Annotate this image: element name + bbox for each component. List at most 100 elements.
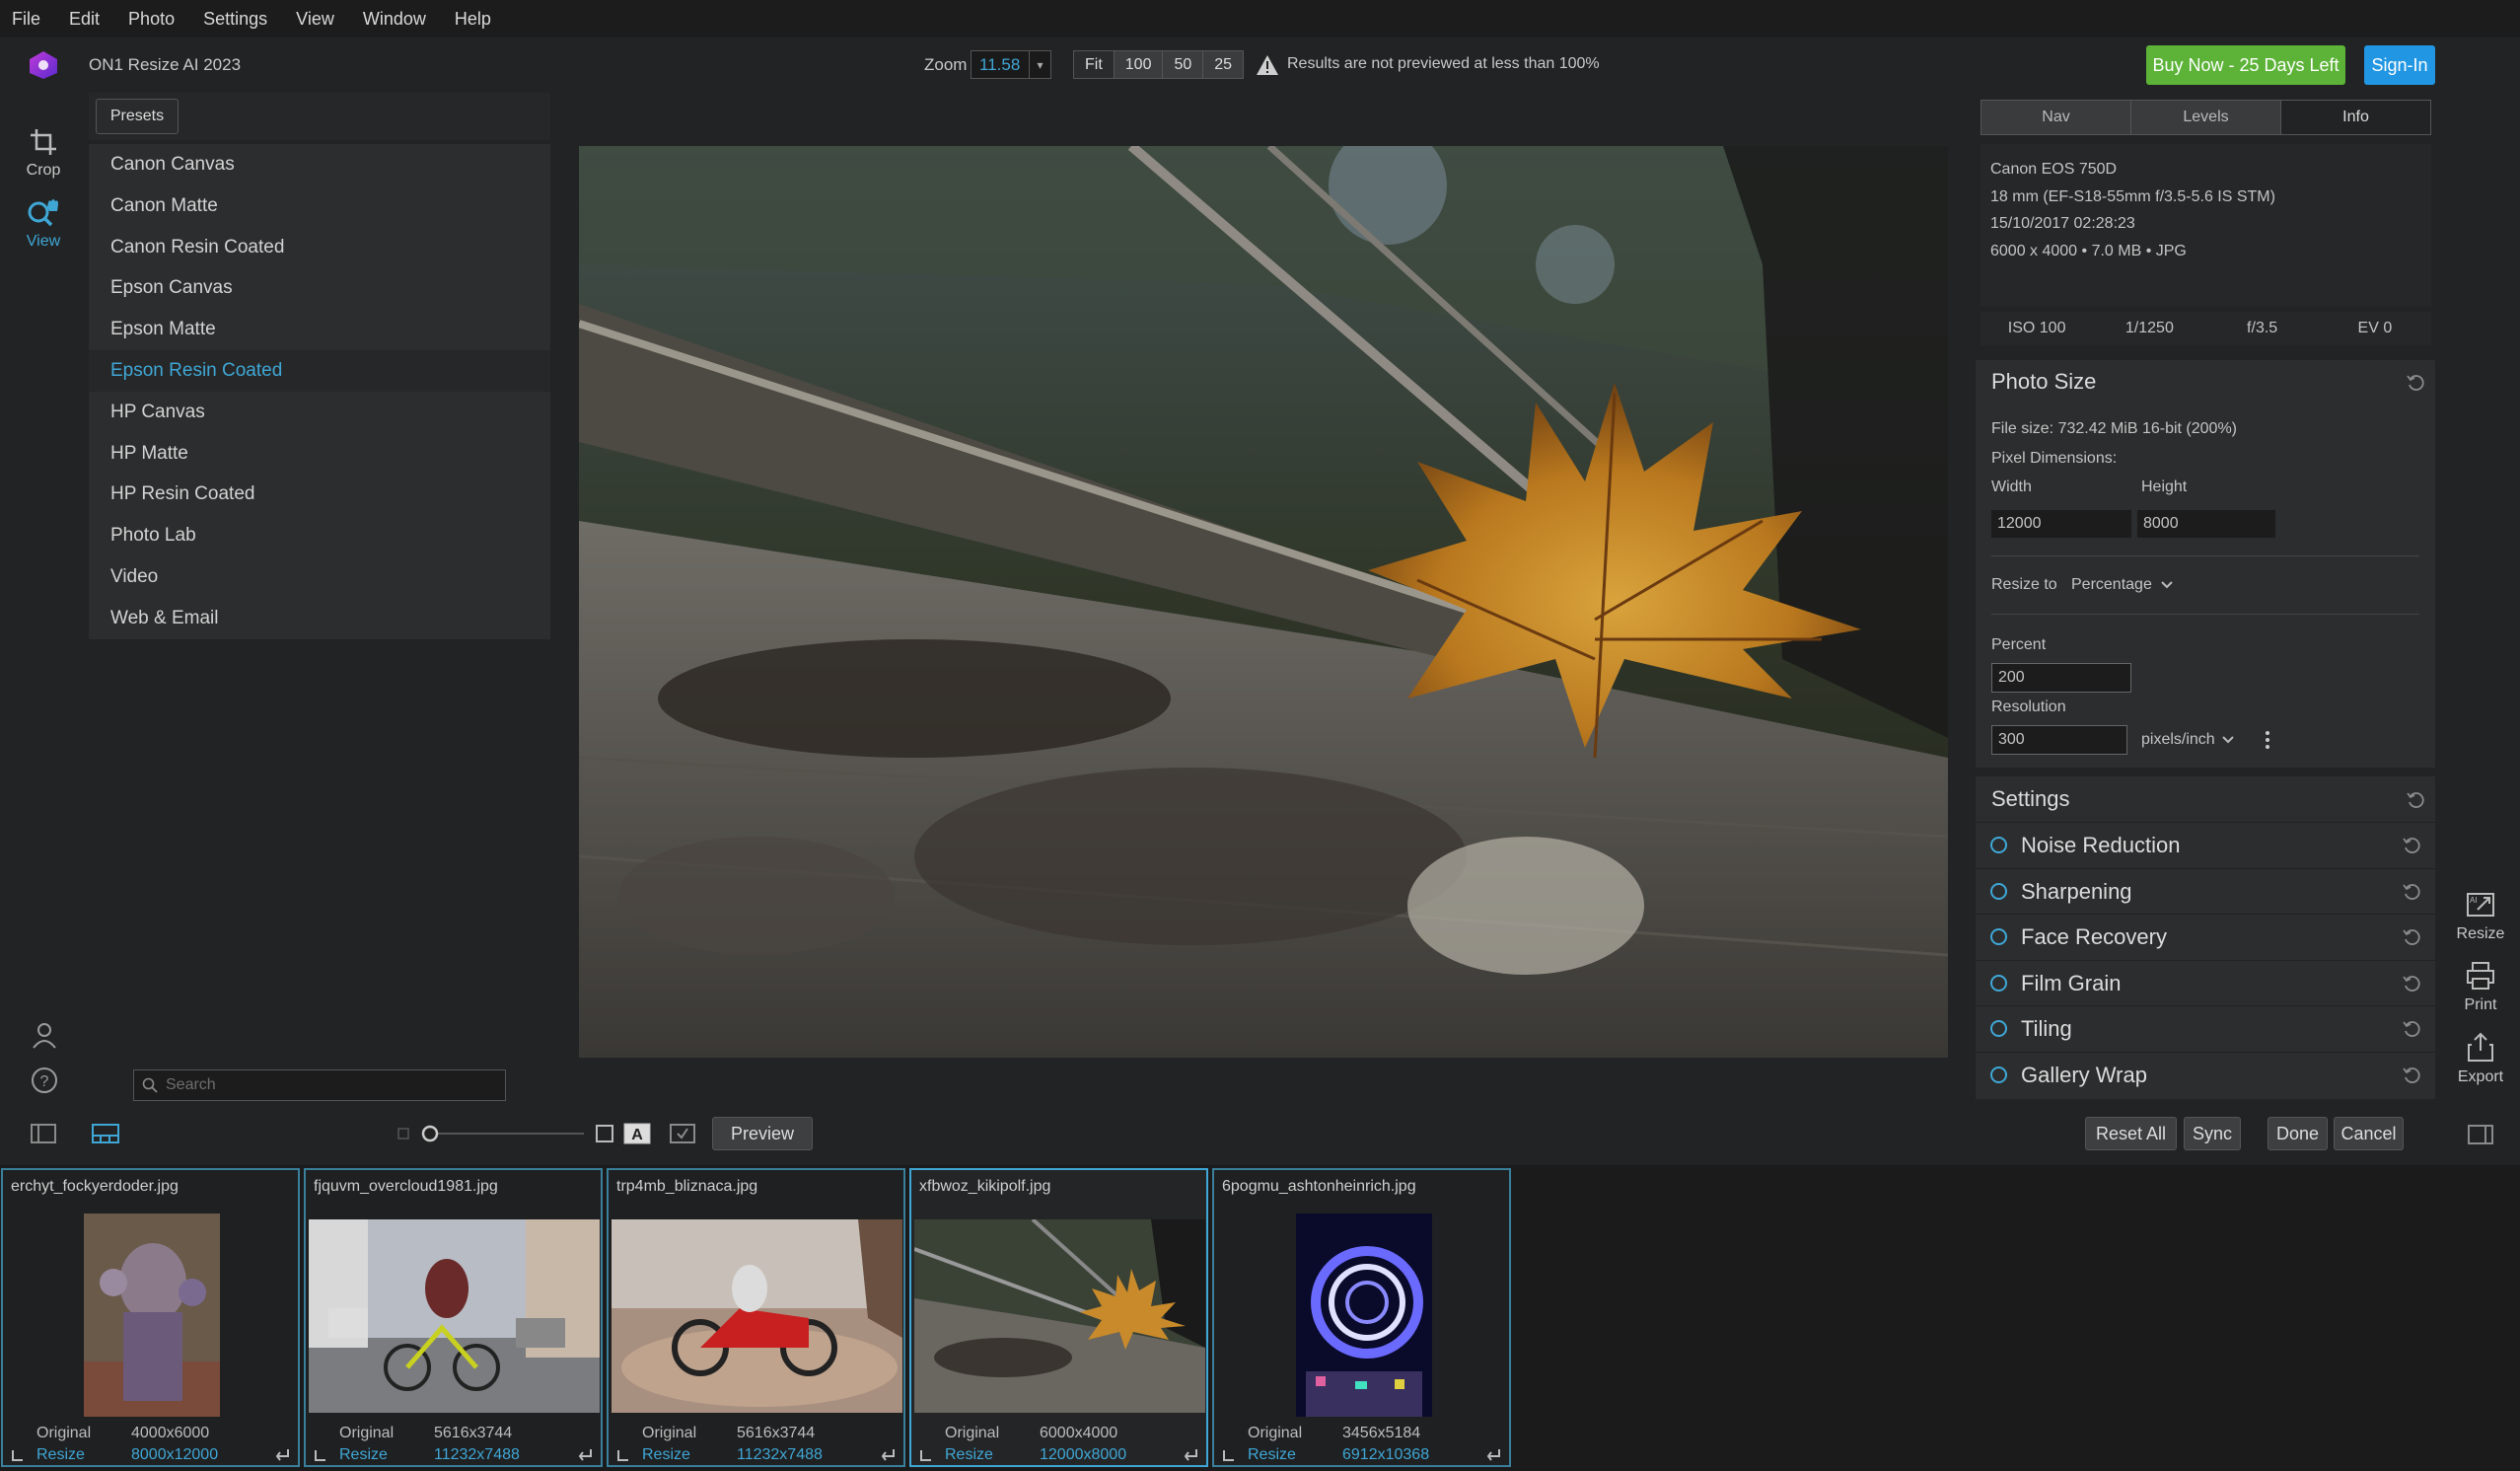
- preset-item-selected[interactable]: Epson Resin Coated: [89, 349, 550, 392]
- toggle-circle-icon[interactable]: [1990, 1066, 2007, 1083]
- filmstrip-item[interactable]: fjquvm_overcloud1981.jpg Original 5616x3…: [304, 1168, 603, 1467]
- corner-arrow-icon: [617, 1450, 628, 1461]
- menu-file[interactable]: File: [12, 9, 40, 30]
- search-input[interactable]: [166, 1076, 481, 1094]
- resolution-field[interactable]: 300: [1991, 725, 2127, 755]
- cancel-button[interactable]: Cancel: [2334, 1117, 2404, 1150]
- filmstrip-item[interactable]: trp4mb_bliznaca.jpg Original 5616x3744 R…: [607, 1168, 905, 1467]
- reset-all-button[interactable]: Reset All: [2085, 1117, 2177, 1150]
- help-icon[interactable]: ?: [28, 1064, 61, 1097]
- filmstrip-toggle-icon[interactable]: [91, 1123, 120, 1149]
- reset-icon[interactable]: [2402, 1019, 2421, 1039]
- export-module[interactable]: Export: [2456, 1031, 2505, 1086]
- setting-sharpening[interactable]: Sharpening: [1976, 868, 2435, 914]
- exif-iso: ISO 100: [2007, 320, 2066, 336]
- toggle-circle-icon[interactable]: [1990, 975, 2007, 992]
- reset-icon[interactable]: [2406, 790, 2425, 810]
- preset-item[interactable]: Web & Email: [89, 598, 550, 639]
- preset-item[interactable]: Video: [89, 556, 550, 598]
- toggle-circle-icon[interactable]: [1990, 1020, 2007, 1037]
- print-module-label: Print: [2464, 996, 2497, 1013]
- user-icon[interactable]: [28, 1018, 61, 1052]
- tab-info[interactable]: Info: [2281, 101, 2430, 134]
- resize-module-label: Resize: [2456, 925, 2505, 942]
- show-badges-icon[interactable]: [669, 1123, 696, 1149]
- menu-photo[interactable]: Photo: [128, 9, 175, 30]
- resolution-unit-dropdown[interactable]: pixels/inch: [2141, 731, 2235, 749]
- original-label: Original: [339, 1425, 395, 1441]
- corner-arrow-icon: [1223, 1450, 1234, 1461]
- preset-item[interactable]: HP Matte: [89, 433, 550, 475]
- filmstrip-item-selected[interactable]: xfbwoz_kikipolf.jpg Original 6000x4000 R…: [909, 1168, 1208, 1467]
- menu-settings[interactable]: Settings: [203, 9, 267, 30]
- view-icon: [28, 199, 58, 227]
- original-resolution: 3456x5184: [1342, 1425, 1421, 1441]
- zoom-value[interactable]: 11.58: [972, 55, 1029, 75]
- right-panel-toggle-icon[interactable]: [2467, 1124, 2494, 1150]
- setting-noise-reduction[interactable]: Noise Reduction: [1976, 822, 2435, 867]
- resize-label: Resize: [1248, 1446, 1296, 1463]
- reset-icon[interactable]: [2402, 1066, 2421, 1085]
- toggle-circle-icon[interactable]: [1990, 928, 2007, 945]
- menu-window[interactable]: Window: [363, 9, 426, 30]
- zoom-25-button[interactable]: 25: [1203, 51, 1244, 78]
- sync-button[interactable]: Sync: [2184, 1117, 2241, 1150]
- preset-item[interactable]: Epson Matte: [89, 309, 550, 350]
- resize-to-value: Percentage: [2071, 576, 2152, 593]
- toggle-circle-icon[interactable]: [1990, 883, 2007, 900]
- show-labels-icon[interactable]: A: [623, 1123, 651, 1149]
- search-field[interactable]: [133, 1069, 506, 1101]
- preset-item[interactable]: Canon Matte: [89, 185, 550, 227]
- presets-button[interactable]: Presets: [96, 99, 179, 134]
- menu-view[interactable]: View: [296, 9, 334, 30]
- filmstrip-item[interactable]: 6pogmu_ashtonheinrich.jpg Original 3456x…: [1212, 1168, 1511, 1467]
- sign-in-button[interactable]: Sign-In: [2364, 45, 2435, 85]
- zoom-50-button[interactable]: 50: [1163, 51, 1204, 78]
- resize-module[interactable]: AI Resize: [2456, 888, 2505, 943]
- view-tool[interactable]: View: [14, 195, 73, 251]
- more-options-icon[interactable]: [2264, 729, 2271, 756]
- tab-levels[interactable]: Levels: [2131, 101, 2281, 134]
- setting-face-recovery[interactable]: Face Recovery: [1976, 914, 2435, 959]
- zoom-fit-button[interactable]: Fit: [1074, 51, 1115, 78]
- buy-now-button[interactable]: Buy Now - 25 Days Left: [2146, 45, 2345, 85]
- done-button[interactable]: Done: [2268, 1117, 2328, 1150]
- height-field[interactable]: 8000: [2136, 509, 2276, 539]
- setting-gallery-wrap[interactable]: Gallery Wrap: [1976, 1052, 2435, 1097]
- preset-item[interactable]: Canon Resin Coated: [89, 227, 550, 268]
- small-thumb-icon: [396, 1126, 410, 1145]
- preset-item[interactable]: HP Canvas: [89, 392, 550, 433]
- original-resolution: 5616x3744: [737, 1425, 816, 1441]
- resize-to-dropdown[interactable]: Percentage: [2071, 576, 2174, 594]
- menu-help[interactable]: Help: [455, 9, 491, 30]
- width-field[interactable]: 12000: [1990, 509, 2132, 539]
- reset-icon[interactable]: [2402, 836, 2421, 855]
- menu-edit[interactable]: Edit: [69, 9, 100, 30]
- preset-item[interactable]: Canon Canvas: [89, 144, 550, 185]
- setting-tiling[interactable]: Tiling: [1976, 1005, 2435, 1051]
- preset-item[interactable]: HP Resin Coated: [89, 474, 550, 515]
- height-label: Height: [2141, 478, 2188, 495]
- reset-icon[interactable]: [2406, 373, 2425, 393]
- print-module[interactable]: Print: [2456, 959, 2505, 1014]
- zoom-100-button[interactable]: 100: [1114, 51, 1164, 78]
- tab-nav[interactable]: Nav: [1981, 101, 2131, 134]
- reset-icon[interactable]: [2402, 927, 2421, 947]
- preset-item[interactable]: Epson Canvas: [89, 267, 550, 309]
- preview-button[interactable]: Preview: [712, 1117, 813, 1150]
- chevron-down-icon[interactable]: ▾: [1029, 51, 1050, 78]
- reset-icon[interactable]: [2402, 882, 2421, 902]
- zoom-select[interactable]: 11.58 ▾: [971, 50, 1051, 79]
- panel-toggle-icon[interactable]: [30, 1123, 57, 1149]
- preset-item[interactable]: Photo Lab: [89, 515, 550, 556]
- crop-tool[interactable]: Crop: [14, 126, 73, 180]
- percent-field[interactable]: 200: [1991, 663, 2131, 693]
- svg-text:A: A: [631, 1127, 643, 1143]
- reset-icon[interactable]: [2402, 974, 2421, 993]
- main-photo[interactable]: [579, 146, 1948, 1058]
- thumbnail-size-slider[interactable]: [418, 1123, 586, 1149]
- return-arrow-icon: [881, 1449, 895, 1461]
- setting-film-grain[interactable]: Film Grain: [1976, 960, 2435, 1005]
- toggle-circle-icon[interactable]: [1990, 837, 2007, 853]
- filmstrip-item[interactable]: erchyt_fockyerdoder.jpg Original 4000x60…: [1, 1168, 300, 1467]
